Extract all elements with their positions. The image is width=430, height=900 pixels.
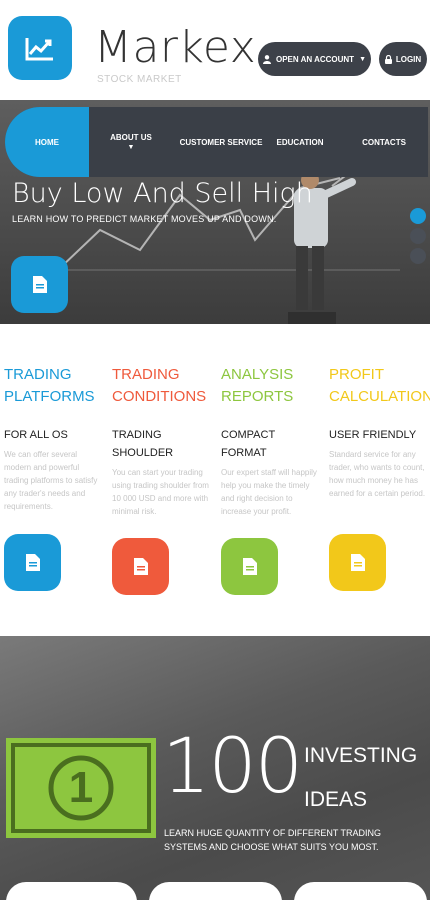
feature-title[interactable]: PROFIT CALCULATION	[329, 364, 430, 408]
chevron-down-icon: ▼	[359, 55, 366, 63]
feature-subtitle-line: FORMAT	[221, 447, 267, 459]
feature-title-line: TRADING	[112, 366, 180, 383]
feature-column: TRADING CONDITIONS TRADING SHOULDER You …	[112, 364, 212, 518]
feature-subtitle-line: SHOULDER	[112, 447, 174, 459]
brand-tagline: STOCK MARKET	[97, 74, 182, 85]
feature-column: PROFIT CALCULATION USER FRIENDLY Standar…	[329, 364, 430, 500]
promo-word-investing: INVESTING	[304, 744, 418, 767]
feature-document-button[interactable]	[221, 538, 278, 595]
feature-title[interactable]: ANALYSIS REPORTS	[221, 364, 321, 408]
feature-document-button[interactable]	[329, 534, 386, 591]
document-icon	[32, 276, 47, 293]
feature-title-line: REPORTS	[221, 388, 294, 405]
hero-document-button[interactable]	[11, 256, 68, 313]
nav-item-label: CUSTOMER SERVICE	[179, 137, 263, 147]
feature-subtitle: FOR ALL OS	[4, 426, 104, 444]
feature-document-button[interactable]	[4, 534, 61, 591]
site-header: Markex STOCK MARKET OPEN AN ACCOUNT ▼ LO…	[0, 0, 430, 100]
slider-dot[interactable]	[410, 248, 426, 264]
promo-card[interactable]	[6, 882, 137, 900]
feature-text: Our expert staff will happily help you m…	[221, 468, 317, 516]
chevron-down-icon: ▼	[127, 144, 135, 151]
nav-item-label: HOME	[35, 137, 59, 147]
feature-subtitle-line: FOR ALL OS	[4, 429, 68, 441]
feature-title-line: TRADING	[4, 366, 72, 383]
login-label: LOGIN	[395, 54, 422, 64]
nav-item-label: EDUCATION	[276, 137, 324, 147]
lock-icon	[384, 54, 392, 64]
feature-subtitle-line: TRADING	[112, 429, 162, 441]
features-section: TRADING PLATFORMS FOR ALL OS We can offe…	[0, 324, 430, 636]
feature-title-line: PLATFORMS	[4, 388, 95, 405]
document-icon	[350, 554, 365, 571]
open-account-label: OPEN AN ACCOUNT	[275, 54, 355, 64]
chart-trend-icon	[25, 38, 53, 61]
main-nav: HOME ABOUT US ▼ CUSTOMER SERVICE EDUCATI…	[5, 107, 428, 177]
promo-card[interactable]	[149, 882, 282, 900]
slider-pagination	[410, 208, 426, 268]
feature-text: You can start your trading using trading…	[112, 468, 209, 516]
nav-item-home[interactable]: HOME	[5, 107, 89, 177]
promo-number: 100	[162, 721, 303, 810]
feature-subtitle-line: USER FRIENDLY	[329, 429, 417, 441]
feature-column: ANALYSIS REPORTS COMPACT FORMAT Our expe…	[221, 364, 321, 518]
nav-item-education[interactable]: EDUCATION	[269, 107, 331, 177]
login-button[interactable]: LOGIN	[379, 42, 427, 76]
bill-value: 1	[68, 763, 94, 812]
nav-item-about-us[interactable]: ABOUT US ▼	[97, 107, 165, 177]
nav-item-contacts[interactable]: CONTACTS	[355, 107, 413, 177]
logo[interactable]	[8, 16, 72, 80]
feature-subtitle-line: COMPACT	[221, 429, 276, 441]
nav-item-customer-service[interactable]: CUSTOMER SERVICE	[171, 107, 271, 177]
feature-title-line: CALCULATION	[329, 388, 430, 405]
nav-item-label: ABOUT US	[110, 133, 152, 142]
promo-card[interactable]	[294, 882, 427, 900]
feature-subtitle: TRADING SHOULDER	[112, 426, 212, 462]
promo-word-ideas: IDEAS	[304, 788, 368, 811]
slider-dot[interactable]	[410, 228, 426, 244]
feature-title[interactable]: TRADING CONDITIONS	[112, 364, 212, 408]
hero-title: Buy Low And Sell High	[12, 178, 313, 209]
slider-dot[interactable]	[410, 208, 426, 224]
brand-name[interactable]: Markex	[94, 26, 256, 70]
feature-document-button[interactable]	[112, 538, 169, 595]
document-icon	[242, 558, 257, 575]
feature-column: TRADING PLATFORMS FOR ALL OS We can offe…	[4, 364, 104, 513]
document-icon	[133, 558, 148, 575]
feature-title-line: CONDITIONS	[112, 388, 207, 405]
feature-text: Standard service for any trader, who wan…	[329, 450, 426, 498]
nav-item-label: CONTACTS	[362, 137, 406, 147]
money-bill-graphic: 1	[6, 738, 156, 838]
promo-text: LEARN HUGE QUANTITY OF DIFFERENT TRADING…	[164, 828, 382, 852]
feature-subtitle: COMPACT FORMAT	[221, 426, 321, 462]
user-icon	[262, 54, 271, 64]
feature-text: We can offer several modern and powerful…	[4, 450, 98, 511]
document-icon	[25, 554, 40, 571]
open-account-button[interactable]: OPEN AN ACCOUNT ▼	[258, 42, 371, 76]
feature-subtitle: USER FRIENDLY	[329, 426, 429, 444]
feature-title[interactable]: TRADING PLATFORMS	[4, 364, 104, 408]
hero-slider: HOME ABOUT US ▼ CUSTOMER SERVICE EDUCATI…	[0, 100, 430, 324]
feature-title-line: PROFIT	[329, 366, 384, 383]
feature-title-line: ANALYSIS	[221, 366, 294, 383]
hero-subtitle: LEARN HOW TO PREDICT MARKET MOVES UP AND…	[12, 214, 277, 224]
promo-section: 1 100 INVESTING IDEAS LEARN HUGE QUANTIT…	[0, 636, 430, 900]
